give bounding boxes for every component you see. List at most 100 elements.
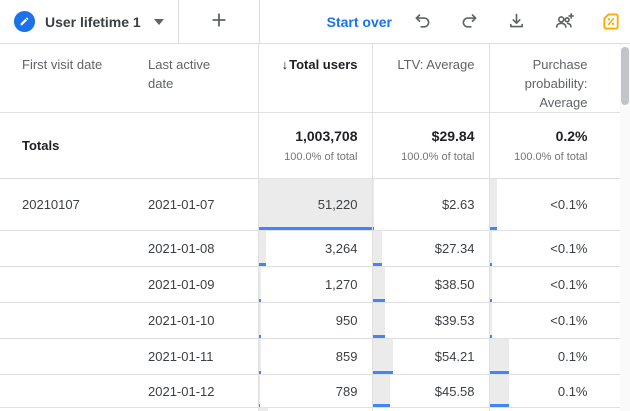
value-bar-underline xyxy=(490,263,493,266)
ltv-average-cell[interactable] xyxy=(372,408,489,411)
ltv-average-cell[interactable]: $2.63 xyxy=(372,179,489,231)
value-bar-underline xyxy=(373,299,385,302)
purchase-probability-cell[interactable]: <0.1% xyxy=(489,231,620,267)
toolbar-separator xyxy=(259,0,260,43)
value-bar-underline xyxy=(373,371,393,374)
total-users-cell[interactable] xyxy=(258,408,372,411)
last-active-date-cell[interactable]: 2021-01-09 xyxy=(143,267,258,303)
total-users-cell[interactable]: 3,264 xyxy=(258,231,372,267)
last-active-date-cell[interactable]: 2021-01-12 xyxy=(143,375,258,408)
totals-row: Totals 1,003,708 100.0% of total $29.84 … xyxy=(0,113,620,179)
exploration-table: First visit date Last active date ↓Total… xyxy=(0,44,621,411)
total-users-cell[interactable]: 950 xyxy=(258,303,372,339)
value-bar-underline xyxy=(259,404,261,407)
value-bar xyxy=(490,375,510,404)
plus-icon xyxy=(208,9,230,34)
table-row: 2021-01-11 859 $54.21 0.1% xyxy=(0,339,620,375)
ltv-average-cell[interactable]: $54.21 xyxy=(372,339,489,375)
totals-label: Totals xyxy=(0,113,143,179)
value-bar-underline xyxy=(259,263,266,266)
first-visit-date-cell[interactable] xyxy=(0,375,143,408)
value-bar-underline xyxy=(259,299,262,302)
tab-dropdown-caret-icon[interactable] xyxy=(150,17,168,27)
value-bar xyxy=(373,375,390,404)
first-visit-date-cell[interactable] xyxy=(0,303,143,339)
value-bar-underline xyxy=(490,371,510,374)
value-bar xyxy=(259,231,266,263)
last-active-date-cell[interactable]: 2021-01-07 xyxy=(143,179,258,231)
header-row: First visit date Last active date ↓Total… xyxy=(0,44,620,113)
tab-toolbar: User lifetime 1 Start over xyxy=(0,0,630,44)
value-bar xyxy=(259,375,261,404)
last-active-date-cell[interactable]: 2021-01-10 xyxy=(143,303,258,339)
column-header-last-active-date[interactable]: Last active date xyxy=(143,44,258,113)
totals-ltv-cell: $29.84 100.0% of total xyxy=(372,113,489,179)
first-visit-date-cell[interactable] xyxy=(0,408,143,411)
purchase-probability-cell[interactable]: <0.1% xyxy=(489,179,620,231)
purchase-probability-cell[interactable]: 0.1% xyxy=(489,339,620,375)
first-visit-date-cell[interactable]: 20210107 xyxy=(0,179,143,231)
total-users-cell[interactable]: 859 xyxy=(258,339,372,375)
analytics-exploration-window: User lifetime 1 Start over xyxy=(0,0,630,411)
share-users-button[interactable] xyxy=(553,11,575,33)
redo-button[interactable] xyxy=(459,11,480,32)
value-bar xyxy=(373,303,386,335)
value-bar-underline xyxy=(490,404,510,407)
percent-document-icon xyxy=(601,11,621,32)
ltv-average-cell[interactable]: $27.34 xyxy=(372,231,489,267)
add-people-icon xyxy=(553,11,575,33)
total-users-cell[interactable]: 1,270 xyxy=(258,267,372,303)
last-active-date-cell[interactable]: 2021-01-08 xyxy=(143,231,258,267)
value-bar-underline xyxy=(259,371,261,374)
value-bar xyxy=(259,267,262,299)
table-row: 2021-01-12 789 $45.58 0.1% xyxy=(0,375,620,408)
column-header-first-visit-date[interactable]: First visit date xyxy=(0,44,143,113)
table-row xyxy=(0,408,620,411)
total-users-cell[interactable]: 51,220 xyxy=(258,179,372,231)
last-active-date-cell[interactable] xyxy=(143,408,258,411)
total-users-cell[interactable]: 789 xyxy=(258,375,372,408)
value-bar xyxy=(259,339,261,371)
table-body: Totals 1,003,708 100.0% of total $29.84 … xyxy=(0,113,620,411)
undo-button[interactable] xyxy=(412,11,433,32)
value-bar-underline xyxy=(373,335,386,338)
last-active-date-cell[interactable]: 2021-01-11 xyxy=(143,339,258,375)
add-tab-button[interactable] xyxy=(179,0,259,43)
value-bar xyxy=(490,303,493,335)
purchase-probability-cell[interactable]: <0.1% xyxy=(489,303,620,339)
ltv-average-cell[interactable]: $39.53 xyxy=(372,303,489,339)
scrollbar-thumb[interactable] xyxy=(621,47,629,105)
tab-label: User lifetime 1 xyxy=(45,14,141,30)
value-bar-underline xyxy=(490,299,493,302)
vertical-scrollbar[interactable] xyxy=(620,45,630,411)
value-bar xyxy=(490,267,493,299)
column-header-total-users[interactable]: ↓Total users xyxy=(258,44,372,113)
purchase-probability-cell[interactable]: 0.1% xyxy=(489,375,620,408)
purchase-probability-cell[interactable] xyxy=(489,408,620,411)
first-visit-date-cell[interactable] xyxy=(0,339,143,375)
value-bar xyxy=(490,231,493,263)
value-bar-underline xyxy=(373,263,382,266)
first-visit-date-cell[interactable] xyxy=(0,231,143,267)
anomaly-percent-button[interactable] xyxy=(601,11,621,32)
totals-purchase-probability-cell: 0.2% 100.0% of total xyxy=(489,113,620,179)
column-header-purchase-probability[interactable]: Purchase probability: Average xyxy=(489,44,620,113)
download-button[interactable] xyxy=(506,11,527,32)
undo-icon xyxy=(412,11,433,32)
tab-user-lifetime[interactable]: User lifetime 1 xyxy=(0,0,178,43)
ltv-average-cell[interactable]: $45.58 xyxy=(372,375,489,408)
exploration-table-container: First visit date Last active date ↓Total… xyxy=(0,44,620,411)
column-header-ltv-average[interactable]: LTV: Average xyxy=(372,44,489,113)
ltv-average-cell[interactable]: $38.50 xyxy=(372,267,489,303)
value-bar xyxy=(373,267,385,299)
value-bar xyxy=(490,179,498,227)
first-visit-date-cell[interactable] xyxy=(0,267,143,303)
value-bar-underline xyxy=(259,335,261,338)
value-bar-underline xyxy=(373,404,390,407)
toolbar-actions: Start over xyxy=(327,11,630,33)
sort-descending-icon: ↓ xyxy=(282,57,289,72)
table-row: 2021-01-10 950 $39.53 <0.1% xyxy=(0,303,620,339)
value-bar-underline xyxy=(259,227,372,230)
purchase-probability-cell[interactable]: <0.1% xyxy=(489,267,620,303)
start-over-button[interactable]: Start over xyxy=(327,14,392,30)
